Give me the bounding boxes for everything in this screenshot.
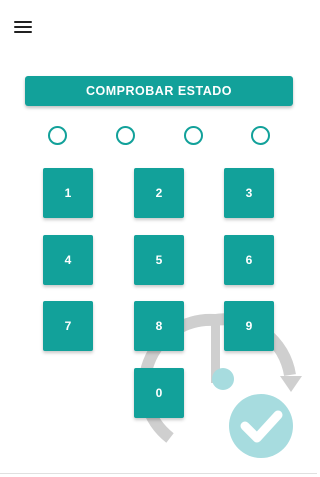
pin-indicator-2 [116, 126, 135, 145]
pin-indicator-1 [48, 126, 67, 145]
keypad-key-4[interactable]: 4 [43, 235, 93, 285]
menu-line [14, 26, 32, 28]
pin-indicator-4 [251, 126, 270, 145]
keypad-key-3[interactable]: 3 [224, 168, 274, 218]
keypad-key-6[interactable]: 6 [224, 235, 274, 285]
keypad-key-5[interactable]: 5 [134, 235, 184, 285]
keypad-key-8[interactable]: 8 [134, 301, 184, 351]
keypad-key-7[interactable]: 7 [43, 301, 93, 351]
hamburger-menu-icon[interactable] [14, 19, 32, 33]
menu-line [14, 31, 32, 33]
menu-line [14, 21, 32, 23]
bottom-divider [0, 473, 317, 474]
keypad-key-0[interactable]: 0 [134, 368, 184, 418]
pin-indicator-3 [184, 126, 203, 145]
keypad-key-1[interactable]: 1 [43, 168, 93, 218]
check-status-button[interactable]: COMPROBAR ESTADO [25, 76, 293, 106]
keypad-key-9[interactable]: 9 [224, 301, 274, 351]
keypad-key-2[interactable]: 2 [134, 168, 184, 218]
